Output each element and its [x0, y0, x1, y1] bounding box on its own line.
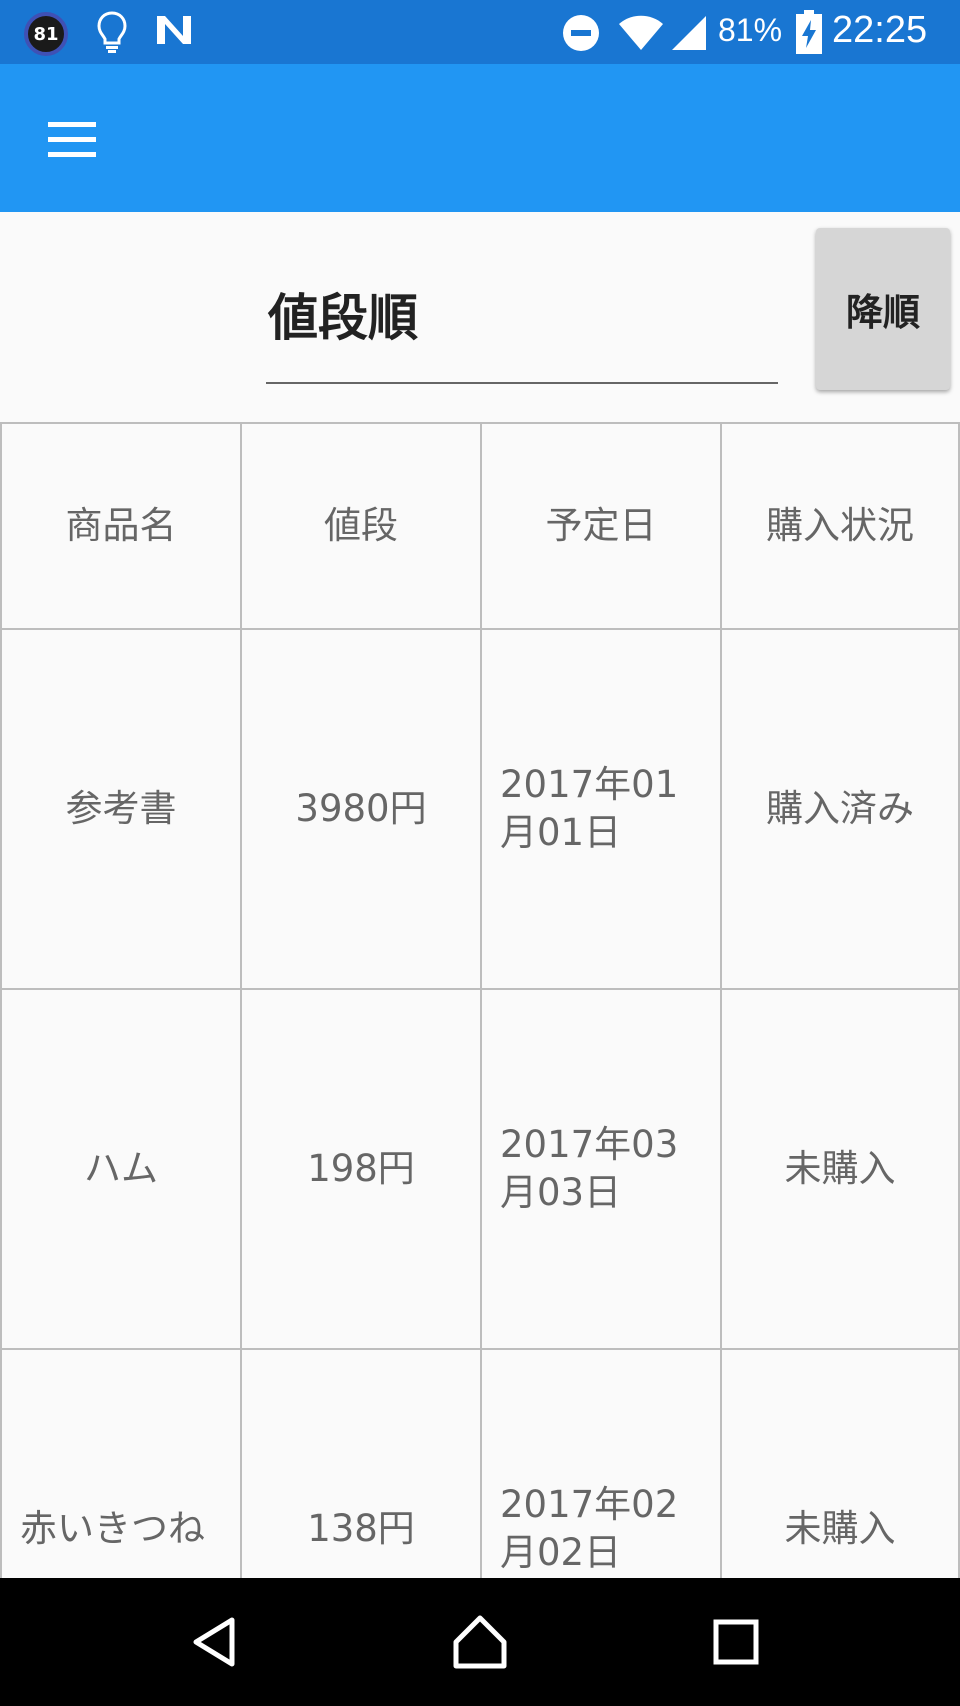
navigation-bar [0, 1578, 960, 1706]
cell-text: 未購入 [784, 1506, 896, 1550]
n-logo-icon [157, 16, 191, 44]
notification-badge: 81 [24, 12, 68, 56]
table-cell-name[interactable]: ハム [0, 988, 242, 1350]
back-icon[interactable] [186, 1612, 246, 1672]
sort-picker-underline [266, 382, 778, 384]
home-icon[interactable] [450, 1612, 510, 1672]
header-label: 購入状況 [766, 503, 914, 547]
cell-text: 赤いきつね [20, 1506, 205, 1550]
table-cell-status[interactable]: 未購入 [720, 1348, 960, 1578]
cell-text: 138円 [307, 1506, 415, 1550]
table-cell-date[interactable]: 2017年03月03日 [480, 988, 722, 1350]
table-cell-price[interactable]: 198円 [240, 988, 482, 1350]
cell-text: 2017年03月03日 [500, 1122, 679, 1214]
header-label: 予定日 [545, 503, 657, 547]
app-bar [0, 64, 960, 212]
table-cell-name[interactable]: 参考書 [0, 628, 242, 990]
table-cell-date[interactable]: 2017年01月01日 [480, 628, 722, 990]
clock: 22:25 [832, 9, 928, 51]
do-not-disturb-icon [563, 15, 599, 51]
table-cell-date[interactable]: 2017年02月02日 [480, 1348, 722, 1578]
hamburger-menu-icon[interactable] [44, 118, 100, 162]
recents-icon[interactable] [706, 1612, 766, 1672]
signal-icon [672, 16, 706, 50]
cell-text: 198円 [307, 1146, 415, 1190]
cell-text: 購入済み [766, 786, 914, 830]
table-cell-status[interactable]: 購入済み [720, 628, 960, 990]
wifi-icon [619, 15, 663, 50]
table-header-date: 予定日 [480, 422, 722, 630]
sort-picker[interactable]: 値段順 [268, 278, 418, 350]
cell-text: ハム [84, 1146, 158, 1190]
cell-text: 参考書 [65, 786, 177, 830]
header-label: 値段 [324, 503, 398, 547]
cell-text: 未購入 [784, 1146, 896, 1190]
table-header-price: 値段 [240, 422, 482, 630]
items-table: 商品名 値段 予定日 購入状況 参考書 3980円 2017年01月01日 購入… [0, 422, 960, 1578]
battery-charging-icon [796, 10, 822, 54]
table-header-status: 購入状況 [720, 422, 960, 630]
status-bar: 81 81% 22:25 [0, 0, 960, 64]
cell-text: 3980円 [295, 786, 427, 830]
table-cell-price[interactable]: 3980円 [240, 628, 482, 990]
table-cell-status[interactable]: 未購入 [720, 988, 960, 1350]
table-cell-name[interactable]: 赤いきつね [0, 1348, 242, 1578]
table-header-name: 商品名 [0, 422, 242, 630]
header-label: 商品名 [65, 503, 177, 547]
lightbulb-icon [97, 11, 127, 53]
sort-order-button[interactable]: 降順 [816, 228, 950, 390]
battery-percentage: 81% [718, 12, 783, 48]
cell-text: 2017年01月01日 [500, 762, 679, 854]
cell-text: 2017年02月02日 [500, 1482, 679, 1574]
table-cell-price[interactable]: 138円 [240, 1348, 482, 1578]
